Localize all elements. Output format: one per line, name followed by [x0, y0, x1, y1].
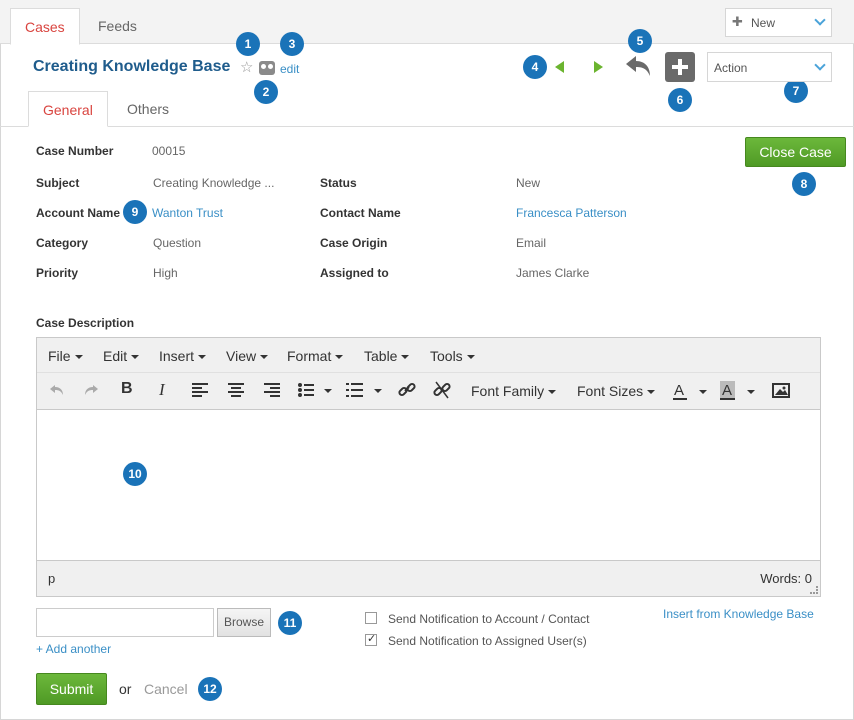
- callout-badge-9: 9: [123, 200, 147, 224]
- chevron-down-icon: [814, 59, 826, 71]
- submit-button[interactable]: Submit: [36, 673, 107, 705]
- link-icon[interactable]: [398, 380, 416, 402]
- text-color-icon[interactable]: A: [673, 380, 709, 402]
- chevron-down-icon: [814, 14, 826, 26]
- reply-back-icon[interactable]: [624, 52, 654, 80]
- menu-view[interactable]: View: [226, 348, 269, 364]
- bullet-list-icon[interactable]: [298, 380, 332, 402]
- word-count: Words: 0: [760, 571, 812, 586]
- case-number-value: 00015: [152, 144, 186, 158]
- menu-insert[interactable]: Insert: [159, 348, 207, 364]
- callout-badge-5: 5: [628, 29, 652, 53]
- font-family-select[interactable]: Font Family: [471, 383, 557, 405]
- category-value: Question: [153, 236, 202, 250]
- callout-badge-1: 1: [236, 32, 260, 56]
- rich-text-editor: File Edit Insert View Format Table Tools…: [36, 337, 821, 597]
- callout-badge-7: 7: [784, 79, 808, 103]
- element-path: p: [48, 571, 56, 586]
- insert-from-knowledge-base-link[interactable]: Insert from Knowledge Base: [663, 607, 814, 621]
- case-origin-label: Case Origin: [320, 236, 388, 250]
- assigned-to-label: Assigned to: [320, 266, 389, 280]
- editor-content-area[interactable]: [37, 410, 820, 560]
- account-name-link[interactable]: Wanton Trust: [152, 206, 223, 220]
- redo-icon[interactable]: [83, 380, 99, 402]
- previous-record-icon[interactable]: [555, 61, 564, 73]
- tab-general[interactable]: General: [28, 91, 108, 127]
- browse-button[interactable]: Browse: [217, 608, 271, 637]
- menu-edit[interactable]: Edit: [103, 348, 140, 364]
- attachment-file-input[interactable]: [36, 608, 214, 637]
- editor-menubar: File Edit Insert View Format Table Tools: [37, 338, 820, 373]
- add-another-link[interactable]: + Add another: [36, 642, 111, 656]
- contact-name-label: Contact Name: [320, 206, 401, 220]
- editor-statusbar: p Words: 0: [37, 560, 820, 596]
- callout-badge-8: 8: [792, 172, 816, 196]
- callout-badge-4: 4: [523, 55, 547, 79]
- editor-toolbar: B I Font Family Font Sizes A A: [37, 373, 820, 410]
- close-case-button[interactable]: Close Case: [745, 137, 846, 167]
- star-icon[interactable]: ☆: [240, 58, 253, 76]
- align-center-icon[interactable]: [228, 380, 244, 402]
- menu-file[interactable]: File: [48, 348, 83, 364]
- menu-format[interactable]: Format: [287, 348, 344, 364]
- case-origin-value: Email: [516, 236, 547, 250]
- callout-badge-10: 10: [123, 462, 147, 486]
- account-name-label: Account Name: [36, 206, 121, 220]
- action-dropdown-label: Action: [714, 61, 748, 75]
- undo-icon[interactable]: [49, 380, 65, 402]
- align-right-icon[interactable]: [264, 380, 280, 402]
- status-value: New: [516, 176, 541, 190]
- background-color-icon[interactable]: A: [720, 380, 756, 402]
- notify-account-label: Send Notification to Account / Contact: [388, 612, 590, 626]
- callout-badge-11: 11: [278, 611, 302, 635]
- svg-text:A: A: [674, 382, 684, 399]
- add-icon[interactable]: [665, 52, 695, 82]
- assigned-to-value: James Clarke: [516, 266, 590, 280]
- plus-icon: ✚: [732, 14, 743, 29]
- notify-user-checkbox[interactable]: [365, 632, 377, 646]
- new-button[interactable]: ✚ New: [725, 8, 832, 37]
- subject-value: Creating Knowledge ...: [153, 176, 275, 190]
- svg-text:A: A: [722, 382, 732, 399]
- numbered-list-icon[interactable]: [346, 380, 382, 402]
- callout-badge-12: 12: [198, 677, 222, 701]
- menu-tools[interactable]: Tools: [430, 348, 475, 364]
- case-number-label: Case Number: [36, 144, 114, 158]
- bold-icon[interactable]: B: [121, 380, 133, 402]
- cancel-link[interactable]: Cancel: [144, 681, 188, 697]
- new-button-label: New: [751, 16, 776, 30]
- callout-badge-3: 3: [280, 32, 304, 56]
- case-description-label: Case Description: [36, 316, 135, 330]
- font-sizes-select[interactable]: Font Sizes: [577, 383, 656, 405]
- edit-link[interactable]: edit: [280, 62, 299, 76]
- notify-account-checkbox[interactable]: [365, 612, 377, 624]
- page-title: Creating Knowledge Base: [33, 58, 231, 75]
- tab-cases[interactable]: Cases: [10, 8, 80, 45]
- status-label: Status: [320, 176, 357, 190]
- tab-feeds[interactable]: Feeds: [84, 8, 151, 45]
- priority-label: Priority: [36, 266, 79, 280]
- italic-icon[interactable]: I: [159, 380, 165, 402]
- notify-user-label: Send Notification to Assigned User(s): [388, 634, 587, 648]
- next-record-icon[interactable]: [594, 61, 603, 73]
- follow-owl-icon[interactable]: [259, 61, 275, 75]
- callout-badge-2: 2: [254, 80, 278, 104]
- tab-others[interactable]: Others: [113, 91, 183, 127]
- callout-badge-6: 6: [668, 88, 692, 112]
- category-label: Category: [36, 236, 89, 250]
- resize-handle-icon[interactable]: [810, 586, 818, 594]
- action-dropdown[interactable]: Action: [707, 52, 832, 82]
- priority-value: High: [153, 266, 178, 280]
- menu-table[interactable]: Table: [364, 348, 410, 364]
- contact-name-link[interactable]: Francesca Patterson: [516, 206, 627, 220]
- unlink-icon[interactable]: [433, 380, 451, 402]
- or-text: or: [119, 681, 132, 697]
- module-tabbar: Cases Feeds ✚ New: [0, 0, 854, 45]
- subject-label: Subject: [36, 176, 80, 190]
- insert-image-icon[interactable]: [772, 380, 790, 402]
- align-left-icon[interactable]: [192, 380, 208, 402]
